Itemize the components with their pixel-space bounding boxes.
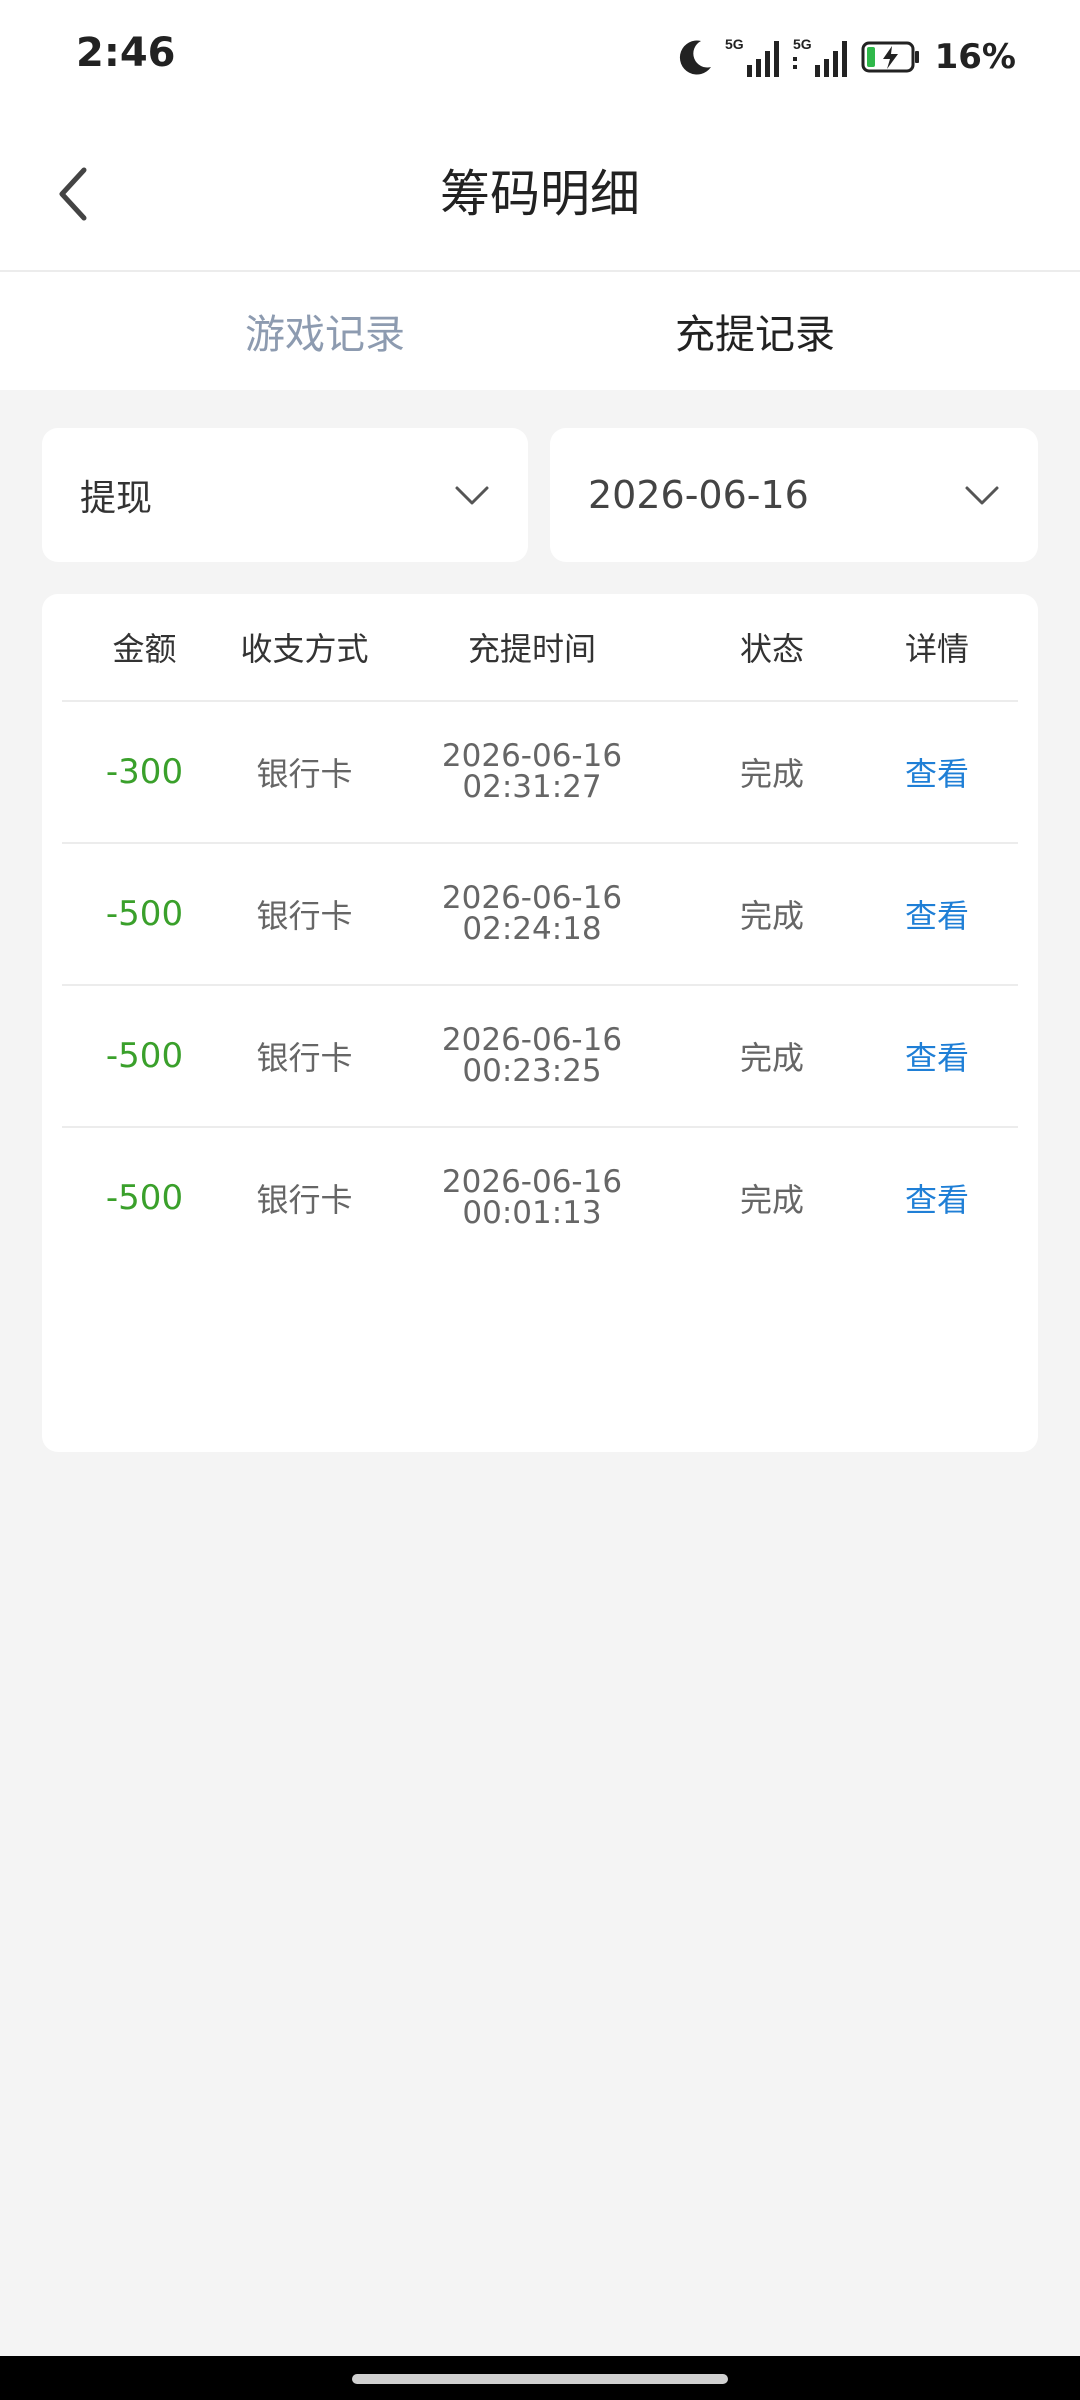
tab-deposit-withdraw-records[interactable]: 充提记录 (540, 272, 1080, 390)
row-date-text: 2026-06-16 (441, 738, 623, 774)
row-method: 银行卡 (256, 1039, 353, 1077)
table-header: 金额 收支方式 充提时间 状态 详情 (62, 594, 1018, 702)
row-method: 银行卡 (256, 1181, 353, 1219)
header: 筹码明细 (0, 118, 1080, 272)
row-method: 银行卡 (256, 755, 353, 793)
home-indicator[interactable] (352, 2374, 728, 2384)
header-status: 状态 (739, 630, 804, 668)
battery-charging-icon (861, 41, 919, 73)
battery-percent: 16% (934, 37, 1016, 77)
svg-text:5G: 5G (725, 36, 744, 52)
tab-game-records[interactable]: 游戏记录 (0, 272, 540, 390)
chevron-down-icon (455, 486, 489, 505)
header-detail: 详情 (904, 630, 969, 668)
row-status: 完成 (739, 755, 804, 793)
header-method: 收支方式 (240, 630, 369, 668)
row-time-text: 00:23:25 (462, 1053, 602, 1089)
row-amount: -300 (105, 752, 184, 792)
status-time: 2:46 (76, 30, 176, 76)
date-filter-dropdown[interactable]: 2026-06-16 (550, 428, 1038, 562)
signal-5g-icon: 5G (725, 36, 779, 77)
row-amount: -500 (105, 1178, 184, 1218)
row-status: 完成 (739, 1039, 804, 1077)
system-nav-bar (0, 2356, 1080, 2400)
row-date-text: 2026-06-16 (441, 1022, 623, 1058)
row-amount: -500 (105, 1036, 184, 1076)
row-date-text: 2026-06-16 (441, 880, 623, 916)
header-amount: 金额 (112, 630, 177, 668)
row-time-text: 02:24:18 (462, 911, 602, 947)
row-status: 完成 (739, 1181, 804, 1219)
table-row: -300 银行卡 2026-06-16 02:31:27 完成 查看 (62, 702, 1018, 844)
chevron-down-icon (965, 486, 999, 505)
table-row: -500 银行卡 2026-06-16 00:01:13 完成 查看 (62, 1128, 1018, 1268)
svg-text:5G: 5G (793, 36, 812, 52)
tab-bar: 游戏记录 充提记录 (0, 272, 1080, 390)
view-detail-link[interactable]: 查看 (862, 1175, 1012, 1221)
row-time-text: 00:01:13 (462, 1195, 602, 1231)
row-method: 银行卡 (256, 897, 353, 935)
page-title: 筹码明细 (440, 165, 640, 223)
header-time: 充提时间 (467, 630, 596, 668)
do-not-disturb-moon-icon (679, 40, 711, 75)
type-filter-value: 提现 (80, 478, 153, 519)
row-status: 完成 (739, 897, 804, 935)
row-time: 2026-06-16 00:01:13 (382, 1167, 682, 1229)
row-date-text: 2026-06-16 (441, 1164, 623, 1200)
status-icons: 5G 5G 16% (675, 32, 1016, 82)
row-time: 2026-06-16 00:23:25 (382, 1025, 682, 1087)
date-filter-value: 2026-06-16 (588, 473, 809, 517)
view-detail-link[interactable]: 查看 (862, 891, 1012, 937)
row-time: 2026-06-16 02:24:18 (382, 883, 682, 945)
table-row: -500 银行卡 2026-06-16 00:23:25 完成 查看 (62, 986, 1018, 1128)
table-row: -500 银行卡 2026-06-16 02:24:18 完成 查看 (62, 844, 1018, 986)
row-amount: -500 (105, 894, 184, 934)
row-time-text: 02:31:27 (462, 769, 602, 805)
row-time: 2026-06-16 02:31:27 (382, 741, 682, 803)
status-bar: 2:46 5G 5G 16% (0, 0, 1080, 118)
signal-5g-icon-2: 5G (792, 36, 847, 77)
view-detail-link[interactable]: 查看 (862, 749, 1012, 795)
type-filter-dropdown[interactable]: 提现 (42, 428, 528, 562)
view-detail-link[interactable]: 查看 (862, 1033, 1012, 1079)
records-table: 金额 收支方式 充提时间 状态 详情 -300 银行卡 2026-06-16 0… (42, 594, 1038, 1452)
